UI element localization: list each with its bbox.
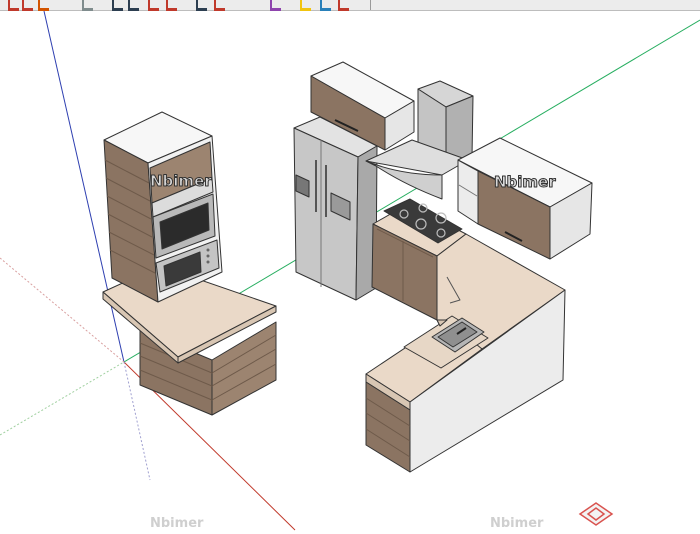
green-axis-dashed: [0, 361, 125, 436]
move-tool-icon[interactable]: [214, 0, 225, 11]
model-viewport[interactable]: Nbimer Nbimer Nbimer Nbimer: [0, 11, 700, 534]
rectangle-tool-icon[interactable]: [148, 0, 159, 11]
tape-measure-icon[interactable]: [300, 0, 311, 11]
watermark-bottom-right: Nbimer: [490, 516, 544, 531]
rotate-tool-icon[interactable]: [270, 0, 281, 11]
microwave-controls-icon: [206, 248, 210, 264]
red-axis-dashed: [0, 257, 125, 363]
paint-tool-icon[interactable]: [38, 0, 49, 11]
orbit-tool-icon[interactable]: [338, 0, 349, 11]
text-tool-icon[interactable]: [320, 0, 331, 11]
logo-icon: [578, 502, 614, 526]
watermark-bottom-left: Nbimer: [150, 516, 204, 531]
island-with-tall-unit[interactable]: Nbimer: [102, 111, 277, 416]
refrigerator[interactable]: [293, 116, 378, 301]
push-pull-tool-icon[interactable]: [166, 0, 177, 11]
eraser-tool-icon[interactable]: [22, 0, 33, 11]
arc-tool-icon[interactable]: [128, 0, 139, 11]
toolbar-right-edge: [370, 0, 371, 10]
select-tool-icon[interactable]: [8, 0, 19, 11]
watermark-tall-unit: Nbimer: [150, 172, 212, 190]
offset-tool-icon[interactable]: [196, 0, 207, 11]
wall-cabinet-open-shelf: [457, 159, 479, 225]
watermark-wall-cabinet: Nbimer: [494, 173, 556, 191]
component-tool-icon[interactable]: [82, 0, 93, 11]
line-tool-icon[interactable]: [112, 0, 123, 11]
toolbar: [0, 0, 700, 11]
